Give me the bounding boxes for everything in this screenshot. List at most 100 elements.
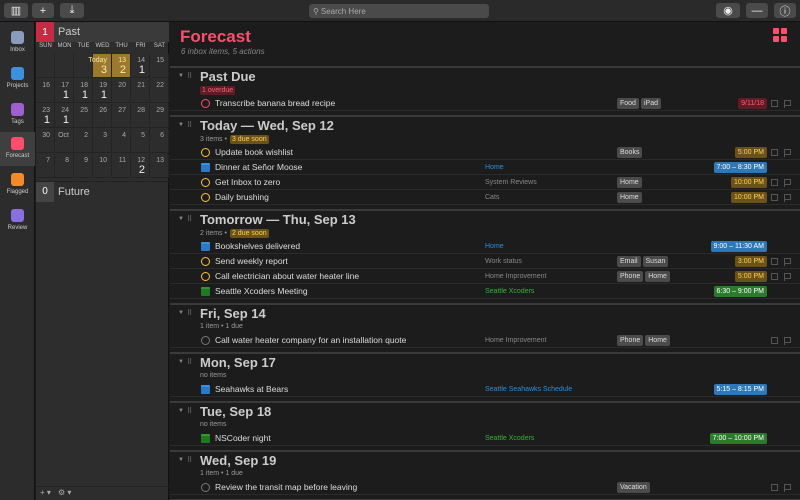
calendar-day[interactable]: 8 bbox=[55, 154, 74, 178]
tag-chip[interactable]: Home bbox=[617, 192, 642, 203]
disclosure-triangle-icon[interactable]: ▼ bbox=[178, 457, 184, 463]
task-title[interactable]: Update book wishlist bbox=[215, 147, 293, 157]
task-project[interactable]: Home Improvement bbox=[485, 273, 546, 280]
tag-chip[interactable]: Books bbox=[617, 147, 643, 158]
sidebar-toggle-button[interactable]: ▥ bbox=[4, 3, 28, 18]
calendar-day[interactable]: 12 2 bbox=[131, 154, 150, 178]
calendar-day[interactable]: 22 bbox=[150, 79, 169, 103]
task-row[interactable]: Call water heater company for an install… bbox=[170, 334, 800, 348]
flag-icon[interactable] bbox=[784, 258, 792, 266]
calendar-day[interactable]: 15 bbox=[150, 54, 169, 78]
task-title[interactable]: Seattle Xcoders Meeting bbox=[215, 286, 308, 296]
perspective-projects[interactable]: Projects bbox=[0, 62, 35, 96]
task-status-circle[interactable] bbox=[201, 483, 210, 492]
task-project[interactable]: Home Improvement bbox=[485, 337, 546, 344]
tag-chip[interactable]: Vacation bbox=[617, 482, 650, 493]
drag-handle-icon[interactable]: ⠿ bbox=[187, 121, 192, 129]
calendar-day[interactable]: 4 bbox=[112, 129, 131, 153]
tag-chip[interactable]: iPad bbox=[640, 98, 661, 109]
task-row[interactable]: Call electrician about water heater line… bbox=[170, 270, 800, 284]
tag-chip[interactable]: Phone bbox=[617, 335, 644, 346]
task-row[interactable]: Get Inbox to zero System Reviews Home 10:00… bbox=[170, 176, 800, 190]
task-title[interactable]: Call electrician about water heater line bbox=[215, 271, 359, 281]
task-due-date[interactable]: 6:30 – 9:00 PM bbox=[713, 286, 767, 297]
task-row[interactable]: Bookshelves delivered Home 9:00 – 11:30 AM bbox=[170, 240, 800, 254]
tag-chip[interactable]: Phone bbox=[617, 271, 644, 282]
task-status-circle[interactable] bbox=[201, 178, 210, 187]
task-title[interactable]: Send weekly report bbox=[215, 256, 288, 266]
task-status-circle[interactable] bbox=[201, 193, 210, 202]
note-icon[interactable] bbox=[771, 484, 778, 491]
note-icon[interactable] bbox=[771, 337, 778, 344]
perspective-flagged[interactable]: Flagged bbox=[0, 168, 35, 202]
disclosure-triangle-icon[interactable]: ▼ bbox=[178, 216, 184, 222]
task-project[interactable]: System Reviews bbox=[485, 179, 537, 186]
flag-icon[interactable] bbox=[784, 149, 792, 157]
task-project[interactable]: Home bbox=[485, 243, 504, 250]
disclosure-triangle-icon[interactable]: ▼ bbox=[178, 408, 184, 414]
disclosure-triangle-icon[interactable]: ▼ bbox=[178, 73, 184, 79]
note-icon[interactable] bbox=[771, 179, 778, 186]
inspector-button[interactable]: ⓘ bbox=[774, 3, 796, 18]
tag-chip[interactable]: Home bbox=[645, 271, 670, 282]
disclosure-triangle-icon[interactable]: ▼ bbox=[178, 359, 184, 365]
task-due-date[interactable]: 10:00 PM bbox=[731, 192, 767, 203]
drag-handle-icon[interactable]: ⠿ bbox=[187, 358, 192, 366]
inbox-add-button[interactable]: ⤓ bbox=[60, 3, 84, 18]
task-project[interactable]: Work status bbox=[485, 258, 522, 265]
task-project[interactable]: Cats bbox=[485, 194, 499, 201]
task-row[interactable]: Seahawks at Bears Seattle Seahawks Schedu… bbox=[170, 383, 800, 397]
task-title[interactable]: NSCoder night bbox=[215, 433, 271, 443]
calendar-day[interactable]: 20 bbox=[112, 79, 131, 103]
note-icon[interactable] bbox=[771, 100, 778, 107]
calendar-day[interactable]: 28 bbox=[131, 104, 150, 128]
tag-chip[interactable]: Susan bbox=[642, 256, 669, 267]
tag-chip[interactable]: Email bbox=[617, 256, 641, 267]
calendar-day[interactable]: 14 1 bbox=[131, 54, 150, 78]
calendar-day[interactable]: 9 bbox=[74, 154, 93, 178]
task-title[interactable]: Daily brushing bbox=[215, 192, 269, 202]
task-status-circle[interactable] bbox=[201, 99, 210, 108]
calendar-day[interactable]: 2 bbox=[74, 129, 93, 153]
task-row[interactable]: Transcribe banana bread recipe Food iPad 9/… bbox=[170, 97, 800, 111]
task-status-circle[interactable] bbox=[201, 272, 210, 281]
tag-chip[interactable]: Food bbox=[617, 98, 639, 109]
calendar-day[interactable]: 5 bbox=[131, 129, 150, 153]
task-due-date[interactable]: 5:00 PM bbox=[734, 147, 767, 158]
task-due-date[interactable]: 9/11/18 bbox=[738, 98, 767, 109]
calendar-day[interactable]: 7 bbox=[36, 154, 55, 178]
note-icon[interactable] bbox=[771, 273, 778, 280]
task-project[interactable]: Seattle Xcoders bbox=[485, 288, 534, 295]
search-field[interactable]: ⚲ Search Here bbox=[309, 4, 489, 18]
note-icon[interactable] bbox=[771, 258, 778, 265]
note-icon[interactable] bbox=[771, 149, 778, 156]
past-row[interactable]: 1 Past bbox=[36, 22, 169, 42]
perspective-review[interactable]: Review bbox=[0, 204, 35, 238]
clean-up-button[interactable]: — bbox=[746, 3, 768, 18]
drag-handle-icon[interactable]: ⠿ bbox=[187, 309, 192, 317]
task-due-date[interactable]: 5:15 – 8:15 PM bbox=[713, 384, 767, 395]
task-due-date[interactable]: 9:00 – 11:30 AM bbox=[710, 241, 767, 252]
calendar-day[interactable]: 13 bbox=[150, 154, 169, 178]
drag-handle-icon[interactable]: ⠿ bbox=[187, 215, 192, 223]
task-project[interactable]: Seattle Xcoders bbox=[485, 435, 534, 442]
note-icon[interactable] bbox=[771, 194, 778, 201]
calendar-day[interactable]: 18 1 bbox=[74, 79, 93, 103]
task-due-date[interactable]: 10:00 PM bbox=[731, 177, 767, 188]
calendar-day[interactable]: 13 2 bbox=[112, 54, 131, 78]
task-title[interactable]: Get Inbox to zero bbox=[215, 177, 280, 187]
task-row[interactable]: Dinner at Señor Moose Home 7:00 – 8:30 PM bbox=[170, 161, 800, 175]
task-title[interactable]: Call water heater company for an install… bbox=[215, 335, 406, 345]
flag-icon[interactable] bbox=[784, 273, 792, 281]
task-row[interactable]: Seattle Xcoders Meeting Seattle Xcoders 6:… bbox=[170, 285, 800, 299]
future-row[interactable]: 0 Future bbox=[36, 181, 169, 202]
calendar-day[interactable] bbox=[55, 54, 74, 78]
calendar-day[interactable]: 25 bbox=[74, 104, 93, 128]
disclosure-triangle-icon[interactable]: ▼ bbox=[178, 310, 184, 316]
task-project[interactable]: Seattle Seahawks Schedule bbox=[485, 386, 572, 393]
calendar-day[interactable]: 6 bbox=[150, 129, 169, 153]
task-row[interactable]: Update book wishlist Books 5:00 PM bbox=[170, 146, 800, 160]
calendar-day[interactable]: 30 bbox=[36, 129, 55, 153]
drag-handle-icon[interactable]: ⠿ bbox=[187, 456, 192, 464]
flag-icon[interactable] bbox=[784, 337, 792, 345]
